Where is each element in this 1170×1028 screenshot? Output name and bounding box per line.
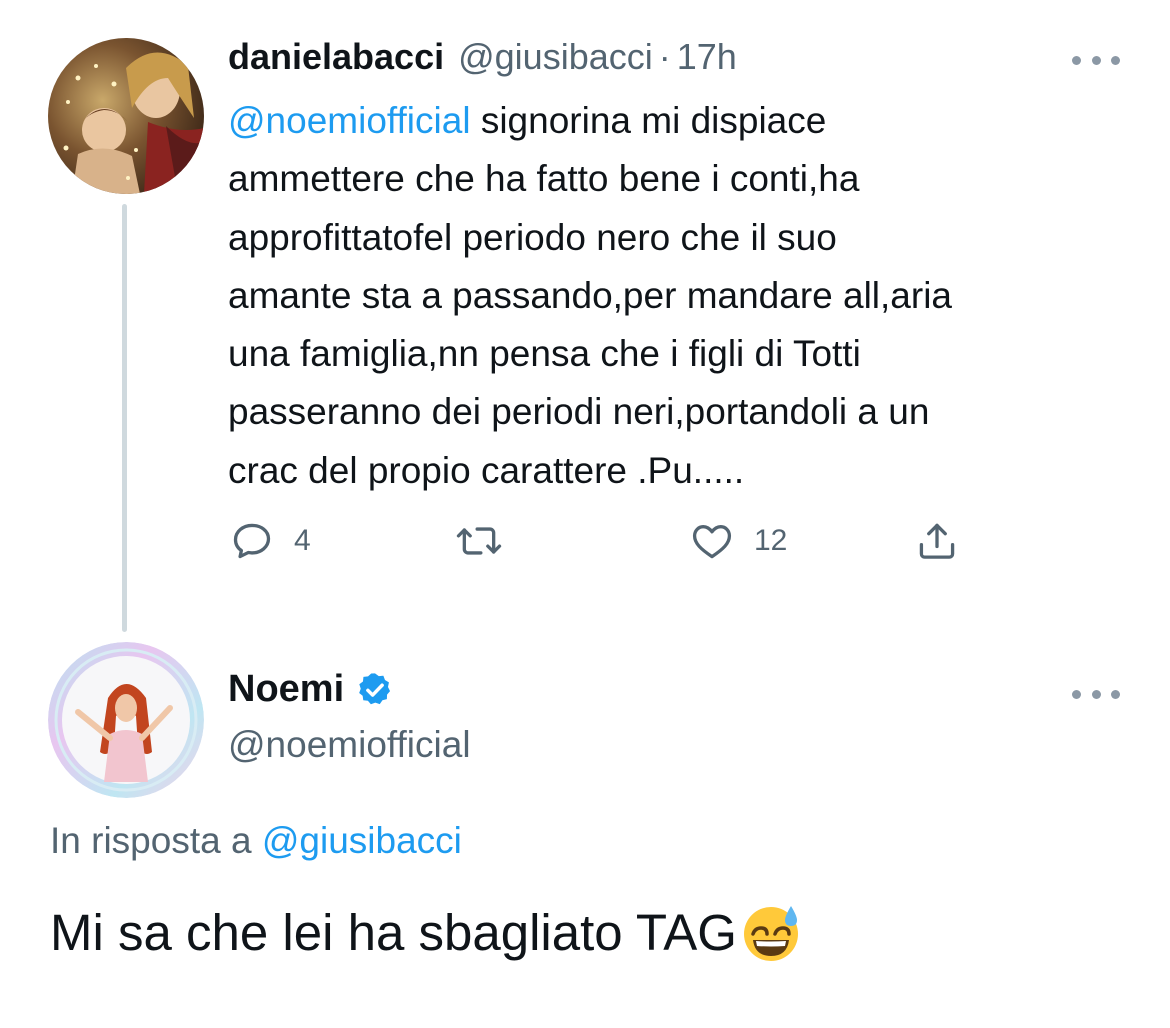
display-name[interactable]: Noemi	[228, 668, 344, 711]
reply-body: Mi sa che lei ha sbagliato TAG	[50, 900, 803, 964]
tweet-line: @noemiofficial signorina mi dispiace	[228, 92, 1128, 150]
in-reply-to: In risposta a @giusibacci	[50, 820, 462, 862]
separator-dot: ·	[658, 36, 671, 77]
reply-text: Mi sa che lei ha sbagliato TAG	[50, 903, 737, 961]
retweet-button[interactable]	[455, 516, 523, 566]
grinning-face-with-sweat-emoji	[743, 906, 798, 961]
reply-icon	[233, 523, 271, 559]
tweet-line: una famiglia,nn pensa che i figli di Tot…	[228, 333, 861, 375]
reply-button[interactable]: 4	[230, 516, 311, 566]
tweet-line: crac del propio carattere .Pu.....	[228, 449, 745, 491]
more-dot	[1072, 55, 1081, 65]
display-name[interactable]: danielabacci	[228, 36, 444, 78]
thread-connector-line	[122, 204, 127, 632]
verified-badge-icon	[359, 672, 391, 704]
in-reply-to-prefix: In risposta a	[50, 820, 262, 861]
more-dot	[1091, 689, 1101, 699]
user-handle[interactable]: @noemiofficial	[228, 724, 471, 766]
like-button[interactable]: 12	[690, 516, 787, 566]
tweet-line: passeranno dei periodi neri,portandoli a…	[228, 391, 930, 433]
user-handle[interactable]: @giusibacci	[458, 36, 653, 78]
more-dot	[1111, 689, 1120, 699]
tweet-line: approfittatofel periodo nero che il suo	[228, 216, 837, 258]
share-button[interactable]	[915, 516, 959, 566]
reply-count: 4	[294, 524, 311, 557]
avatar-danielabacci[interactable]	[48, 38, 204, 194]
like-count: 12	[754, 524, 788, 557]
avatar-noemi[interactable]	[48, 642, 204, 798]
more-dot	[1111, 55, 1120, 65]
share-icon	[919, 523, 955, 559]
avatar-image	[48, 38, 204, 194]
tweet-line: ammettere che ha fatto bene i conti,ha	[228, 158, 860, 200]
tweet-header: danielabacci @giusibacci · 17h	[228, 36, 737, 84]
tweet-line: amante sta a passando,per mandare all,ar…	[228, 274, 952, 316]
more-icon[interactable]	[1072, 52, 1120, 68]
heart-icon	[692, 525, 732, 559]
more-dot	[1091, 55, 1101, 65]
retweet-icon	[456, 527, 502, 555]
reply-header: Noemi	[228, 668, 394, 711]
tweet-body: @noemiofficial signorina mi dispiace amm…	[228, 92, 1128, 500]
tweet-text-fragment: signorina mi dispiace	[470, 100, 827, 141]
in-reply-to-handle[interactable]: @giusibacci	[262, 820, 462, 861]
more-dot	[1072, 689, 1081, 699]
mention-link[interactable]: @noemiofficial	[228, 100, 471, 141]
timestamp[interactable]: 17h	[677, 36, 737, 78]
avatar-image	[48, 642, 204, 798]
more-icon[interactable]	[1072, 686, 1120, 702]
